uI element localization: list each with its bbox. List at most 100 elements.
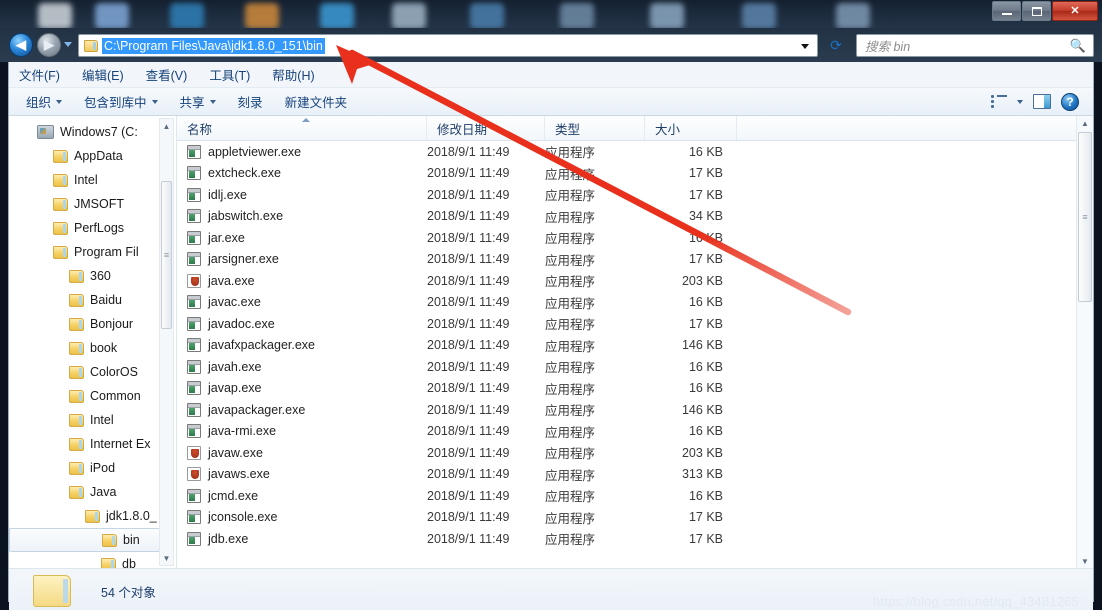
tree-item-intel-2[interactable]: Intel (9, 408, 176, 432)
executable-file-icon (187, 187, 201, 202)
file-name-label: jar.exe (208, 230, 245, 245)
address-input[interactable]: C:\Program Files\Java\jdk1.8.0_151\bin (78, 34, 818, 57)
table-row[interactable]: javaw.exe 2018/9/1 11:49 应用程序 203 KB (177, 442, 1093, 464)
table-row[interactable]: javap.exe 2018/9/1 11:49 应用程序 16 KB (177, 378, 1093, 400)
table-row[interactable]: javah.exe 2018/9/1 11:49 应用程序 16 KB (177, 356, 1093, 378)
column-header-date[interactable]: 修改日期 (427, 116, 545, 140)
tree-item-common[interactable]: Common (9, 384, 176, 408)
file-list-scrollbar-thumb[interactable] (1078, 132, 1092, 302)
tree-item-perflogs[interactable]: PerfLogs (9, 216, 176, 240)
scroll-up-icon[interactable]: ▲ (160, 119, 173, 133)
scroll-down-icon[interactable]: ▼ (1077, 554, 1093, 568)
drive-icon (37, 125, 54, 139)
table-row[interactable]: javac.exe 2018/9/1 11:49 应用程序 16 KB (177, 292, 1093, 314)
table-row[interactable]: jarsigner.exe 2018/9/1 11:49 应用程序 17 KB (177, 249, 1093, 271)
executable-file-icon (187, 295, 201, 310)
close-button[interactable]: ✕ (1052, 1, 1098, 21)
view-list-icon[interactable] (991, 94, 1007, 109)
file-name-cell: javadoc.exe (177, 316, 427, 331)
table-row[interactable]: javadoc.exe 2018/9/1 11:49 应用程序 17 KB (177, 313, 1093, 335)
java-application-icon (187, 445, 201, 460)
table-row[interactable]: javafxpackager.exe 2018/9/1 11:49 应用程序 146 … (177, 335, 1093, 357)
tree-item-windows7-c[interactable]: Windows7 (C: (9, 120, 176, 144)
table-row[interactable]: jabswitch.exe 2018/9/1 11:49 应用程序 34 KB (177, 206, 1093, 228)
maximize-button[interactable] (1022, 1, 1051, 21)
sidebar-scrollbar-thumb[interactable] (161, 181, 172, 329)
menu-item-help[interactable]: 帮助(H) (272, 65, 314, 84)
executable-file-icon (187, 338, 201, 353)
tree-item-baidu[interactable]: Baidu (9, 288, 176, 312)
preview-pane-icon[interactable] (1033, 94, 1051, 109)
table-row[interactable]: java-rmi.exe 2018/9/1 11:49 应用程序 16 KB (177, 421, 1093, 443)
column-header-name[interactable]: 名称 (177, 116, 427, 140)
tree-item-jmsoft[interactable]: JMSOFT (9, 192, 176, 216)
sort-ascending-icon (301, 118, 310, 122)
table-row[interactable]: java.exe 2018/9/1 11:49 应用程序 203 KB (177, 270, 1093, 292)
forward-button[interactable]: ▶ (37, 33, 61, 57)
menu-item-edit[interactable]: 编辑(E) (82, 65, 124, 84)
burn-button[interactable]: 刻录 (229, 88, 272, 115)
tree-item-program-files[interactable]: Program Fil (9, 240, 176, 264)
desktop-icon-blur (38, 3, 72, 28)
help-icon[interactable]: ? (1061, 92, 1079, 111)
file-date-cell: 2018/9/1 11:49 (427, 166, 510, 181)
file-name-cell: jabswitch.exe (177, 209, 427, 224)
chevron-down-icon[interactable] (1017, 99, 1023, 104)
chevron-down-icon[interactable] (801, 44, 809, 49)
file-date-cell: 2018/9/1 11:49 (427, 144, 510, 159)
tree-item-appdata[interactable]: AppData (9, 144, 176, 168)
organize-button[interactable]: 组织 (17, 88, 71, 115)
file-list-scrollbar[interactable]: ▲ ▼ (1076, 116, 1093, 568)
tree-item-java[interactable]: Java (9, 480, 176, 504)
table-row[interactable]: jar.exe 2018/9/1 11:49 应用程序 16 KB (177, 227, 1093, 249)
tree-item-label: Common (90, 389, 141, 403)
folder-icon (69, 269, 84, 283)
share-button[interactable]: 共享 (171, 88, 225, 115)
table-row[interactable]: idlj.exe 2018/9/1 11:49 应用程序 17 KB (177, 184, 1093, 206)
include-in-library-button[interactable]: 包含到库中 (75, 88, 167, 115)
column-header-type[interactable]: 类型 (545, 116, 645, 140)
back-button[interactable]: ◀ (9, 33, 33, 57)
tree-item-book[interactable]: book (9, 336, 176, 360)
executable-file-icon (187, 166, 201, 181)
minimize-button[interactable] (992, 1, 1021, 21)
scroll-down-icon[interactable]: ▼ (160, 551, 173, 565)
file-date-cell: 2018/9/1 11:49 (427, 381, 510, 396)
table-row[interactable]: appletviewer.exe 2018/9/1 11:49 应用程序 16 KB (177, 141, 1093, 163)
file-type-cell: 应用程序 (545, 490, 596, 505)
tree-item-intel[interactable]: Intel (9, 168, 176, 192)
navigation-pane: Windows7 (C: AppData Intel JMSOFT PerfLo… (9, 116, 177, 568)
folder-icon (69, 413, 84, 427)
tree-item-bonjour[interactable]: Bonjour (9, 312, 176, 336)
menu-item-file[interactable]: 文件(F) (19, 65, 60, 84)
menu-item-tools[interactable]: 工具(T) (209, 65, 250, 84)
folder-icon (69, 485, 84, 499)
tree-item-360[interactable]: 360 (9, 264, 176, 288)
tree-item-jdk[interactable]: jdk1.8.0_ (9, 504, 176, 528)
tree-item-coloros[interactable]: ColorOS (9, 360, 176, 384)
folder-icon (84, 39, 98, 52)
sidebar-scrollbar[interactable]: ▲ ▼ (159, 118, 174, 566)
column-header-size[interactable]: 大小 (645, 116, 737, 140)
tree-item-internet-explorer[interactable]: Internet Ex (9, 432, 176, 456)
table-row[interactable]: jconsole.exe 2018/9/1 11:49 应用程序 17 KB (177, 507, 1093, 529)
help-glyph: ? (1066, 94, 1074, 109)
tree-item-bin[interactable]: bin (9, 528, 172, 552)
tree-item-ipod[interactable]: iPod (9, 456, 176, 480)
table-row[interactable]: jcmd.exe 2018/9/1 11:49 应用程序 16 KB (177, 485, 1093, 507)
share-label: 共享 (179, 96, 205, 110)
forward-arrow-icon: ▶ (44, 37, 54, 52)
new-folder-button[interactable]: 新建文件夹 (276, 88, 357, 115)
refresh-button[interactable]: ⟳ (824, 34, 848, 57)
menu-item-view[interactable]: 查看(V) (146, 65, 188, 84)
file-name-cell: javap.exe (177, 381, 427, 396)
table-row[interactable]: javapackager.exe 2018/9/1 11:49 应用程序 146 KB (177, 399, 1093, 421)
recent-pages-chevron-icon[interactable] (64, 42, 72, 47)
table-row[interactable]: extcheck.exe 2018/9/1 11:49 应用程序 17 KB (177, 163, 1093, 185)
scroll-up-icon[interactable]: ▲ (1077, 116, 1093, 130)
desktop-icon-blur (560, 3, 594, 28)
table-row[interactable]: jdb.exe 2018/9/1 11:49 应用程序 17 KB (177, 528, 1093, 550)
tree-item-db[interactable]: db (9, 552, 176, 568)
search-input[interactable]: 搜索 bin 🔍 (856, 34, 1094, 57)
table-row[interactable]: javaws.exe 2018/9/1 11:49 应用程序 313 KB (177, 464, 1093, 486)
